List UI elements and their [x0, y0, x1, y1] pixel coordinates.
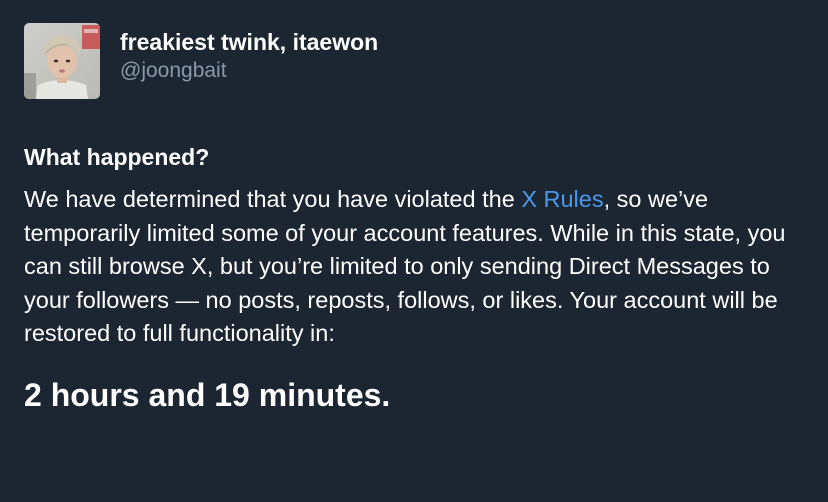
restriction-countdown: 2 hours and 19 minutes. [24, 376, 391, 413]
profile-names: freakiest twink, itaewon @joongbait [120, 27, 720, 85]
notice-body-text: We have determined that you have violate… [24, 186, 522, 212]
avatar-image [24, 23, 100, 99]
account-limited-notice: What happened? We have determined that y… [24, 141, 814, 415]
username-handle[interactable]: @joongbait [120, 57, 720, 85]
x-rules-link[interactable]: X Rules [521, 186, 603, 212]
notice-body: We have determined that you have violate… [24, 183, 814, 351]
avatar[interactable] [24, 23, 100, 99]
display-name[interactable]: freakiest twink, itaewon [120, 27, 720, 57]
notice-heading: What happened? [24, 144, 210, 170]
